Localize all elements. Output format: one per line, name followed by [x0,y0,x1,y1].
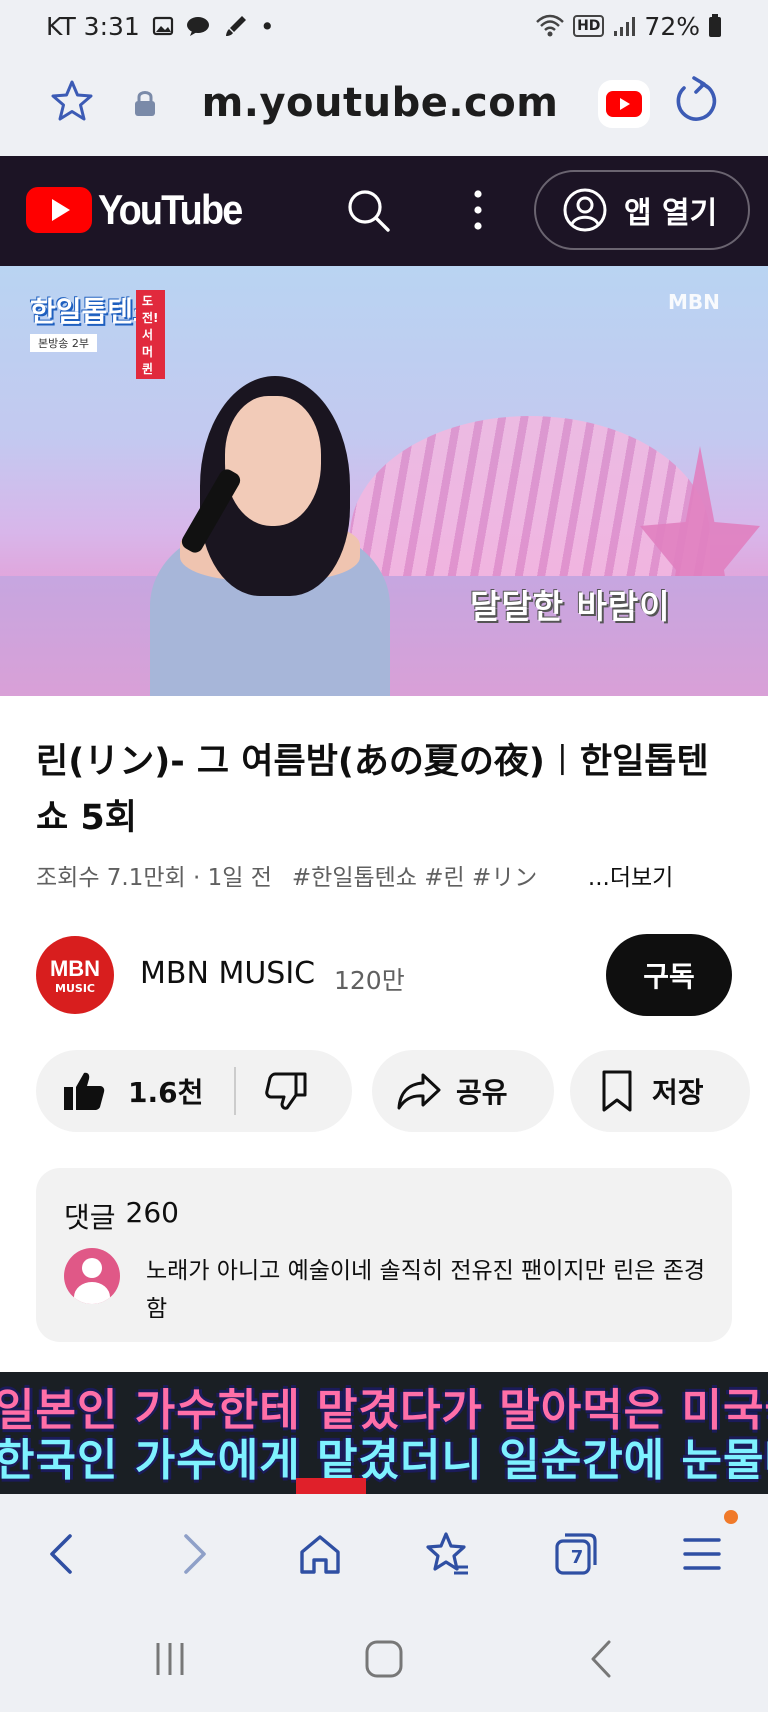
browser-toolbar: 7 [0,1494,768,1604]
bookmarks-icon[interactable] [418,1524,478,1584]
save-button[interactable]: 저장 [570,1050,750,1132]
dislike-button[interactable] [236,1070,308,1112]
open-app-button[interactable]: 앱 열기 [534,170,750,250]
url-text[interactable]: m.youtube.com [170,80,590,126]
battery-icon [708,14,722,38]
lock-icon[interactable] [132,88,158,122]
status-left: KT 3:31 • [46,12,275,41]
reload-icon[interactable] [672,76,720,132]
bookmark-star-icon[interactable] [48,78,96,130]
commenter-avatar-icon [64,1248,120,1304]
save-label: 저장 [652,1076,704,1109]
thumbs-down-icon [265,1072,307,1110]
browser-address-bar: m.youtube.com [0,52,768,156]
android-nav-bar [0,1604,768,1712]
like-button[interactable]: 1.6천 [36,1070,234,1112]
hashtags[interactable]: #한일톱텐쇼 #린 #リン [292,858,552,892]
youtube-header: YouTube 앱 열기 [0,156,768,266]
status-right: HD 72% [535,12,722,41]
like-count: 1.6천 [128,1076,204,1109]
search-icon[interactable] [346,188,392,238]
open-app-label: 앱 열기 [624,196,718,231]
top-comment-text: 노래가 아니고 예술이네 솔직히 전유진 팬이지만 린은 존경함 [146,1258,706,1322]
bookmark-icon [602,1070,632,1112]
video-player[interactable]: 한일톱텐쇼 본방송 2부 도전! 서머 퀸 MBN 달달한 바람이 [0,266,768,696]
chat-icon [186,15,212,37]
comments-card[interactable]: 댓글 260 노래가 아니고 예술이네 솔직히 전유진 팬이지만 린은 존경함 [36,1168,732,1342]
channel-avatar[interactable]: MBN MUSIC [36,936,114,1014]
tabs-icon[interactable]: 7 [546,1524,606,1584]
home-button-icon[interactable] [354,1634,414,1684]
more-options-icon[interactable] [470,188,486,236]
wifi-icon [535,14,565,38]
youtube-logo-icon [26,187,92,233]
tab-count: 7 [570,1546,584,1568]
next-video-red-banner [296,1478,366,1494]
carrier-time: KT 3:31 [46,11,140,41]
system-back-icon[interactable] [572,1634,632,1684]
youtube-logo-text: YouTube [98,186,243,233]
account-icon [563,188,607,232]
thumbs-up-icon [64,1072,105,1110]
broadcaster-watermark: MBN [668,290,720,314]
gallery-icon [152,15,174,37]
notification-dot: • [259,11,275,41]
more-link[interactable]: ...더보기 [588,858,673,892]
youtube-logo[interactable]: YouTube [26,186,257,234]
like-dislike-pill: 1.6천 [36,1050,352,1132]
share-icon [397,1073,441,1110]
home-icon[interactable] [290,1524,350,1584]
share-label: 공유 [456,1076,508,1109]
comments-header: 댓글 260 [64,1196,179,1236]
channel-name[interactable]: MBN MUSIC [140,956,315,991]
menu-notification-dot [724,1510,738,1524]
forward-icon[interactable] [164,1524,224,1584]
show-logo: 한일톱텐쇼 본방송 2부 도전! 서머 퀸 [30,290,165,379]
show-logo-sub: 본방송 2부 [30,334,97,352]
hd-badge: HD [573,15,605,37]
channel-avatar-bottom: MUSIC [55,981,95,995]
recent-apps-icon[interactable] [140,1634,200,1684]
singer-face [225,396,321,526]
view-count: 조회수 7.1만회 · 1일 전 [36,865,272,891]
status-bar: KT 3:31 • HD 72% [0,0,768,52]
next-video-caption-line2: 한국인 가수에게 맡겼더니 일순간에 눈물바다 된 상황 [0,1435,768,1486]
share-button[interactable]: 공유 [372,1050,554,1132]
signal-icon [612,15,636,37]
battery-percent: 72% [644,11,700,41]
action-row: 1.6천 공유 저장 [36,1050,756,1132]
back-icon[interactable] [32,1524,92,1584]
show-badge: 도전! 서머 퀸 [136,290,165,379]
channel-row: MBN MUSIC MBN MUSIC 120만 구독 [36,934,736,1018]
channel-avatar-top: MBN [49,955,101,981]
comments-count: 260 [125,1196,179,1229]
youtube-app-icon[interactable] [598,80,650,128]
subscriber-count: 120만 [334,966,405,995]
video-subtitle: 달달한 바람이 [470,587,671,626]
comments-label: 댓글 [64,1201,116,1234]
video-meta[interactable]: 조회수 7.1만회 · 1일 전 #한일톱텐쇼 #린 #リン ...더보기 [36,858,736,892]
subscribe-button[interactable]: 구독 [606,934,732,1016]
menu-icon[interactable] [672,1524,732,1584]
video-title: 린(リン)- 그 여름밤(あの夏の夜)︱한일톱텐쇼 5회 [36,742,709,838]
next-video-thumbnail[interactable]: 일본인 가수한테 맡겼다가 말아먹은 미국국가를 한국인 가수에게 맡겼더니 일… [0,1372,768,1494]
brush-icon [224,14,248,38]
